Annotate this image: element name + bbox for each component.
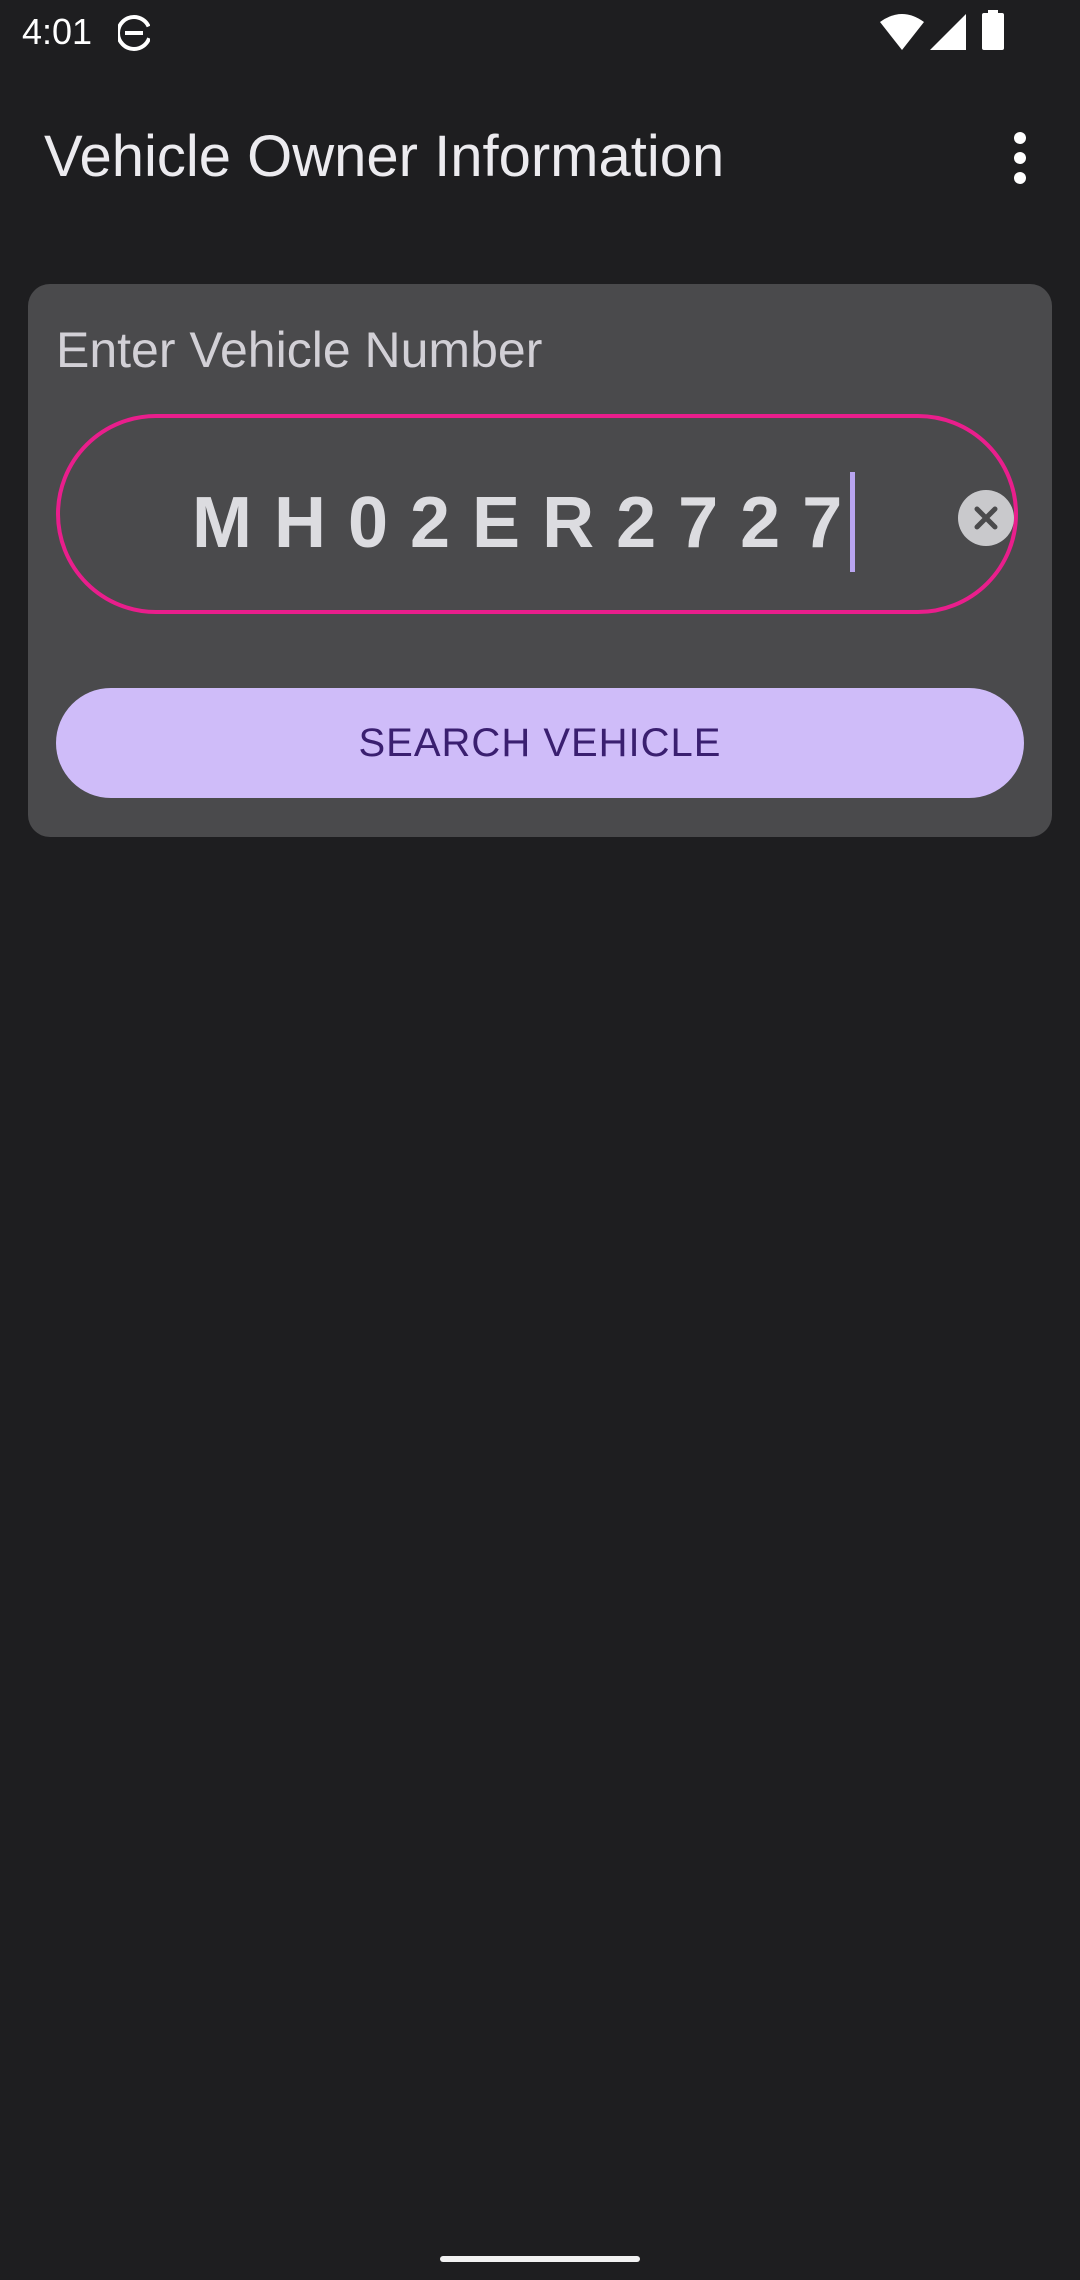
app-title: Vehicle Owner Information	[44, 124, 725, 189]
text-cursor	[850, 472, 856, 572]
gesture-nav-handle[interactable]	[440, 2256, 640, 2262]
data-saver-icon	[118, 15, 150, 52]
vehicle-number-value: MH02ER2727	[192, 472, 856, 578]
screen: 4:01 Vehicle Owner Information Enter Veh…	[0, 0, 1080, 2280]
vehicle-number-text: MH02ER2727	[192, 483, 865, 564]
clear-button[interactable]	[958, 490, 1014, 546]
search-vehicle-button[interactable]: SEARCH VEHICLE	[56, 688, 1024, 798]
signal-icon	[930, 14, 966, 50]
status-bar: 4:01	[0, 0, 1080, 66]
search-card: Enter Vehicle Number MH02ER2727 SEARCH V…	[28, 284, 1052, 837]
status-time: 4:01	[22, 11, 93, 52]
search-vehicle-label: SEARCH VEHICLE	[358, 721, 722, 765]
clear-circle-icon	[974, 506, 998, 530]
more-options-button[interactable]	[990, 118, 1050, 198]
app-bar: Vehicle Owner Information	[0, 66, 1080, 246]
vehicle-number-input[interactable]: MH02ER2727	[56, 414, 1018, 614]
more-vert-icon	[1014, 132, 1026, 184]
wifi-icon	[880, 14, 924, 50]
battery-icon	[982, 10, 1004, 50]
vehicle-number-label: Enter Vehicle Number	[56, 322, 543, 378]
